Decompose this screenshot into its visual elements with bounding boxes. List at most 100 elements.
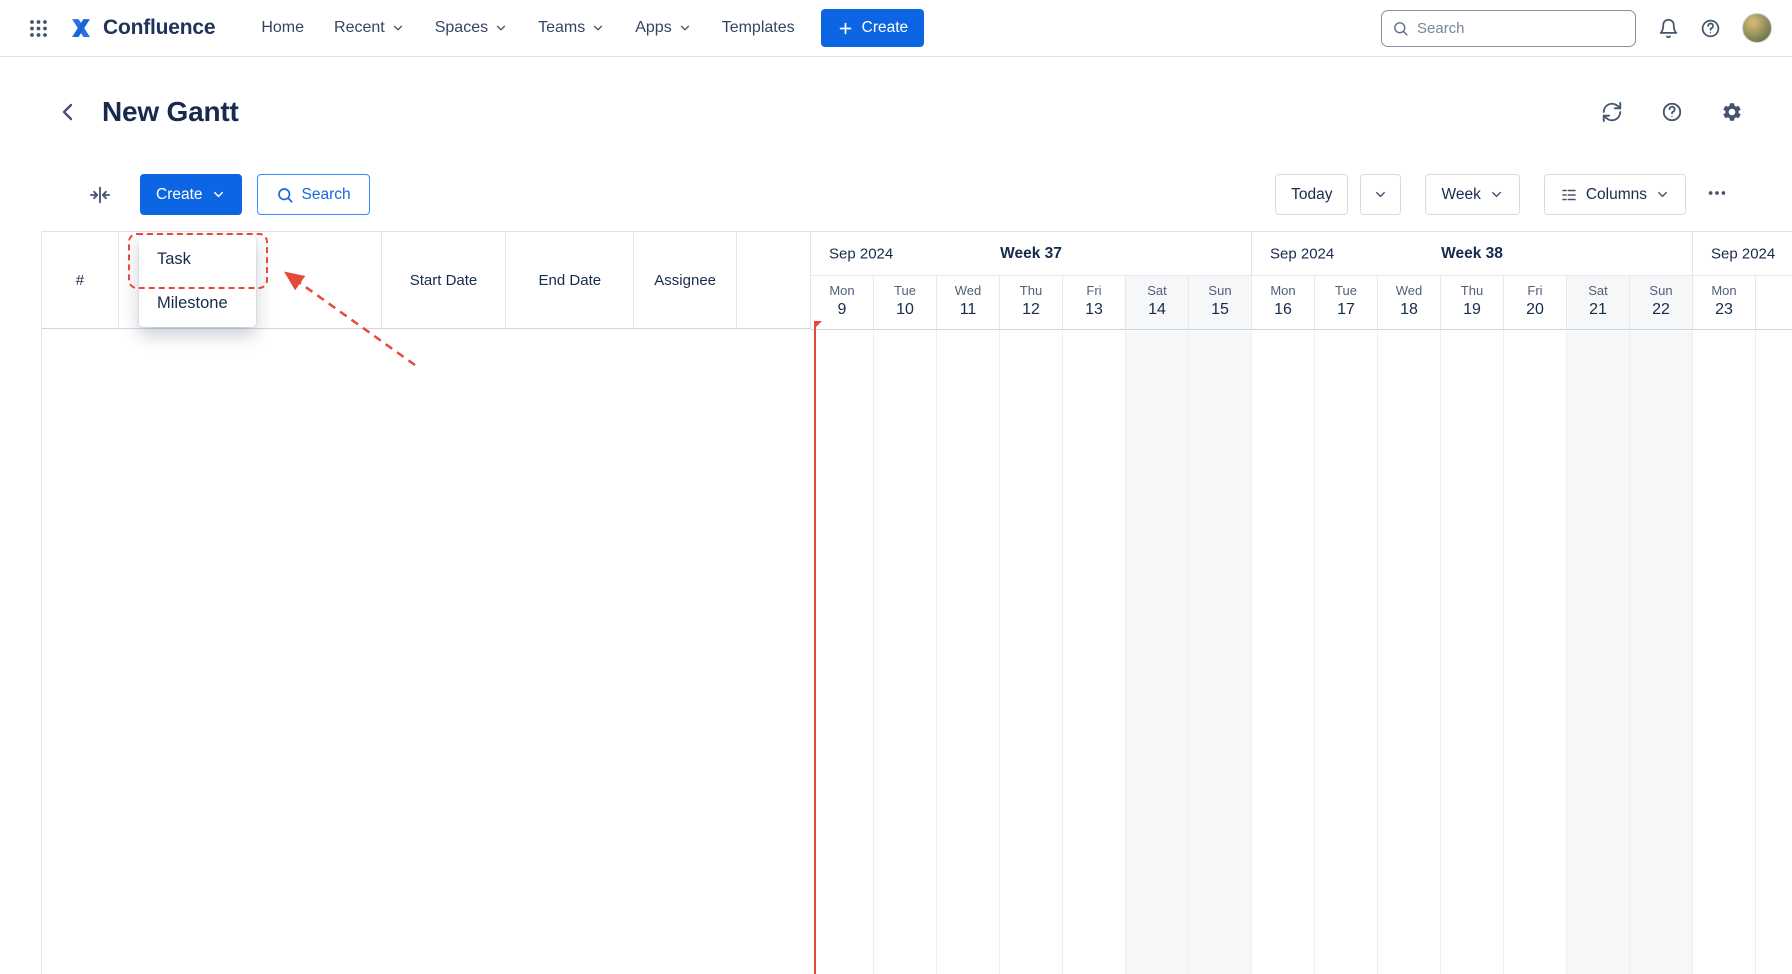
timeline-day-row: Mon9 Tue10 Wed11 Thu12 Fri13 Sat14 Sun15… <box>811 276 1792 330</box>
day-name: Thu <box>1000 283 1062 298</box>
timeline-day-cell: Wed11 <box>937 276 1000 329</box>
chevron-down-icon <box>494 21 508 35</box>
more-options-button[interactable] <box>1698 174 1736 215</box>
day-name: Wed <box>937 283 999 298</box>
time-scale-dropdown[interactable]: Week <box>1425 174 1519 215</box>
menu-item-task[interactable]: Task <box>139 237 256 281</box>
collapse-panel-button[interactable] <box>82 177 118 213</box>
columns-list-icon <box>1560 186 1578 204</box>
today-label: Today <box>1291 186 1332 204</box>
week-block: Sep 2024 Week 38 <box>1252 232 1693 275</box>
question-circle-icon <box>1661 101 1683 123</box>
page-title: New Gantt <box>102 96 239 128</box>
timeline-day-cell: Thu19 <box>1441 276 1504 329</box>
timeline-day-column <box>874 331 937 974</box>
day-number: 21 <box>1567 301 1629 319</box>
nav-label: Home <box>261 19 304 37</box>
month-label: Sep 2024 <box>1270 245 1334 262</box>
jump-dropdown-button[interactable] <box>1360 174 1401 215</box>
gear-icon <box>1721 101 1743 123</box>
timeline-day-cell: Mon23 <box>1693 276 1756 329</box>
confluence-brand[interactable]: Confluence <box>68 15 215 41</box>
timeline-day-cell-weekend: Sun 22 <box>1630 276 1693 329</box>
day-number: 13 <box>1063 301 1125 319</box>
nav-label: Recent <box>334 19 385 37</box>
ellipsis-icon <box>1706 182 1728 204</box>
global-create-button[interactable]: Create <box>821 9 925 47</box>
gantt-toolbar: Create Search Today Week Columns <box>82 174 1736 215</box>
day-name: Mon <box>1252 283 1314 298</box>
timeline-day-column <box>811 331 874 974</box>
timeline-day-cell-weekend: Sat 21 <box>1567 276 1630 329</box>
day-name: Sat <box>1567 283 1629 298</box>
today-marker-line <box>814 321 816 974</box>
timeline-day-column <box>1000 331 1063 974</box>
notifications-button[interactable] <box>1650 10 1686 46</box>
timeline-day-column <box>1063 331 1126 974</box>
timeline-day-cell <box>1756 276 1792 329</box>
search-icon <box>276 186 294 204</box>
day-number: 18 <box>1378 301 1440 319</box>
create-menu: Task Milestone <box>139 235 256 327</box>
search-icon <box>1392 20 1409 37</box>
user-avatar[interactable] <box>1742 13 1772 43</box>
page-header-actions <box>1596 96 1748 128</box>
column-header-end-date: End Date <box>506 232 634 328</box>
toolbar-right-group: Today Week Columns <box>1275 174 1736 215</box>
timeline-day-column-weekend <box>1630 331 1693 974</box>
gantt-create-button[interactable]: Create <box>140 174 242 215</box>
day-name: Tue <box>1315 283 1377 298</box>
timeline-day-column-weekend <box>1126 331 1189 974</box>
day-number: 19 <box>1441 301 1503 319</box>
day-name: Sat <box>1126 283 1188 298</box>
topnav-right-group <box>1650 10 1772 46</box>
timeline-day-column-weekend <box>1567 331 1630 974</box>
timeline-day-column <box>1441 331 1504 974</box>
nav-item-teams[interactable]: Teams <box>526 10 617 46</box>
gantt-help-button[interactable] <box>1656 96 1688 128</box>
column-header-number: # <box>42 232 119 328</box>
nav-label: Apps <box>635 19 671 37</box>
nav-item-apps[interactable]: Apps <box>623 10 703 46</box>
day-name: Tue <box>874 283 936 298</box>
day-name: Sun <box>1630 283 1692 298</box>
timeline-day-column <box>1315 331 1378 974</box>
day-name: Mon <box>1693 283 1755 298</box>
column-header-start-date: Start Date <box>382 232 507 328</box>
chevron-down-icon <box>678 21 692 35</box>
chevron-down-icon <box>591 21 605 35</box>
week-label: Week 37 <box>1000 245 1062 263</box>
timeline-day-cell: Tue 17 <box>1315 276 1378 329</box>
day-number: 22 <box>1630 301 1692 319</box>
collapse-icon <box>89 184 111 206</box>
chevron-down-icon <box>1655 187 1670 202</box>
day-name: Mon <box>811 283 873 298</box>
refresh-button[interactable] <box>1596 96 1628 128</box>
create-label: Create <box>862 19 909 37</box>
nav-label: Templates <box>722 19 795 37</box>
timeline: Sep 2024 Week 37 Sep 2024 Week 38 Sep 20… <box>811 231 1792 974</box>
day-name: Fri <box>1504 283 1566 298</box>
gantt-grid: # Start Date End Date Assignee Sep 2024 … <box>41 231 1792 974</box>
day-number: 17 <box>1315 301 1377 319</box>
sync-icon <box>1601 101 1623 123</box>
menu-item-milestone[interactable]: Milestone <box>139 281 256 325</box>
columns-dropdown[interactable]: Columns <box>1544 174 1686 215</box>
chevron-down-icon <box>1489 187 1504 202</box>
nav-item-templates[interactable]: Templates <box>710 10 807 46</box>
back-button[interactable] <box>50 94 86 130</box>
settings-button[interactable] <box>1716 96 1748 128</box>
nav-item-spaces[interactable]: Spaces <box>423 10 520 46</box>
month-label: Sep 2024 <box>829 245 893 262</box>
gantt-search-button[interactable]: Search <box>257 174 370 215</box>
page-header: New Gantt <box>50 85 1748 139</box>
help-button[interactable] <box>1692 10 1728 46</box>
search-input[interactable] <box>1417 20 1625 37</box>
nav-item-recent[interactable]: Recent <box>322 10 417 46</box>
timeline-day-column <box>1378 331 1441 974</box>
today-button[interactable]: Today <box>1275 174 1348 215</box>
back-chevron-icon <box>56 100 80 124</box>
nav-item-home[interactable]: Home <box>249 10 316 46</box>
timeline-day-cell-weekend: Sun15 <box>1189 276 1252 329</box>
app-switcher-button[interactable] <box>20 10 56 46</box>
